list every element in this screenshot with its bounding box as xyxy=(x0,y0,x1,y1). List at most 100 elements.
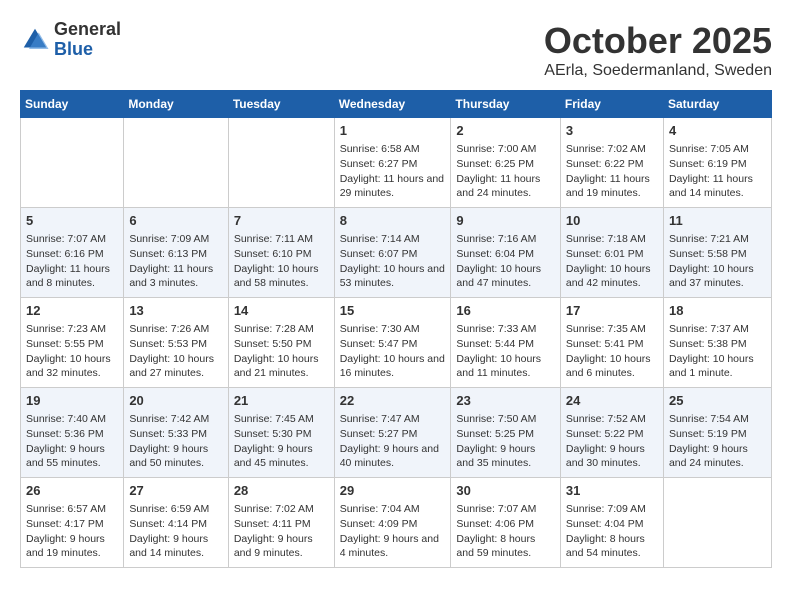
calendar-table: SundayMondayTuesdayWednesdayThursdayFrid… xyxy=(20,90,772,568)
calendar-cell: 4 Sunrise: 7:05 AM Sunset: 6:19 PM Daylig… xyxy=(663,118,771,208)
logo-icon xyxy=(20,25,50,55)
day-number: 4 xyxy=(669,122,766,140)
calendar-cell: 31 Sunrise: 7:09 AM Sunset: 4:04 PM Dayli… xyxy=(560,478,663,568)
day-number: 8 xyxy=(340,212,446,230)
calendar-cell xyxy=(228,118,334,208)
day-number: 15 xyxy=(340,302,446,320)
calendar-cell: 14 Sunrise: 7:28 AM Sunset: 5:50 PM Dayli… xyxy=(228,298,334,388)
day-info: Sunrise: 7:42 AM Sunset: 5:33 PM Dayligh… xyxy=(129,412,222,471)
day-info: Sunrise: 7:26 AM Sunset: 5:53 PM Dayligh… xyxy=(129,322,222,381)
header-row: SundayMondayTuesdayWednesdayThursdayFrid… xyxy=(21,91,772,118)
day-number: 27 xyxy=(129,482,222,500)
day-number: 28 xyxy=(234,482,329,500)
day-number: 21 xyxy=(234,392,329,410)
week-row-4: 19 Sunrise: 7:40 AM Sunset: 5:36 PM Dayli… xyxy=(21,388,772,478)
calendar-cell: 20 Sunrise: 7:42 AM Sunset: 5:33 PM Dayli… xyxy=(124,388,228,478)
calendar-cell: 26 Sunrise: 6:57 AM Sunset: 4:17 PM Dayli… xyxy=(21,478,124,568)
day-info: Sunrise: 7:05 AM Sunset: 6:19 PM Dayligh… xyxy=(669,142,766,201)
day-number: 9 xyxy=(456,212,555,230)
day-number: 29 xyxy=(340,482,446,500)
day-number: 22 xyxy=(340,392,446,410)
day-info: Sunrise: 7:07 AM Sunset: 6:16 PM Dayligh… xyxy=(26,232,118,291)
day-info: Sunrise: 7:30 AM Sunset: 5:47 PM Dayligh… xyxy=(340,322,446,381)
calendar-cell: 9Sunrise: 7:16 AM Sunset: 6:04 PM Daylig… xyxy=(451,208,561,298)
day-info: Sunrise: 6:59 AM Sunset: 4:14 PM Dayligh… xyxy=(129,502,222,561)
day-info: Sunrise: 7:23 AM Sunset: 5:55 PM Dayligh… xyxy=(26,322,118,381)
calendar-cell: 8 Sunrise: 7:14 AM Sunset: 6:07 PM Daylig… xyxy=(334,208,451,298)
calendar-subtitle: AErla, Soedermanland, Sweden xyxy=(544,62,772,80)
day-info: Sunrise: 7:02 AM Sunset: 6:22 PM Dayligh… xyxy=(566,142,658,201)
calendar-cell: 1 Sunrise: 6:58 AM Sunset: 6:27 PM Daylig… xyxy=(334,118,451,208)
day-number: 1 xyxy=(340,122,446,140)
day-info: Sunrise: 7:09 AM Sunset: 4:04 PM Dayligh… xyxy=(566,502,658,561)
day-number: 12 xyxy=(26,302,118,320)
logo-blue-text: Blue xyxy=(54,40,121,60)
logo-general-text: General xyxy=(54,20,121,40)
day-info: Sunrise: 7:02 AM Sunset: 4:11 PM Dayligh… xyxy=(234,502,329,561)
day-number: 14 xyxy=(234,302,329,320)
day-number: 11 xyxy=(669,212,766,230)
day-info: Sunrise: 7:45 AM Sunset: 5:30 PM Dayligh… xyxy=(234,412,329,471)
calendar-cell: 17 Sunrise: 7:35 AM Sunset: 5:41 PM Dayli… xyxy=(560,298,663,388)
logo: General Blue xyxy=(20,20,121,60)
day-info: Sunrise: 7:11 AM Sunset: 6:10 PM Dayligh… xyxy=(234,232,329,291)
day-info: Sunrise: 7:14 AM Sunset: 6:07 PM Dayligh… xyxy=(340,232,446,291)
week-row-3: 12 Sunrise: 7:23 AM Sunset: 5:55 PM Dayli… xyxy=(21,298,772,388)
day-number: 17 xyxy=(566,302,658,320)
calendar-cell: 27 Sunrise: 6:59 AM Sunset: 4:14 PM Dayli… xyxy=(124,478,228,568)
day-number: 26 xyxy=(26,482,118,500)
day-number: 20 xyxy=(129,392,222,410)
day-header-saturday: Saturday xyxy=(663,91,771,118)
day-info: Sunrise: 7:04 AM Sunset: 4:09 PM Dayligh… xyxy=(340,502,446,561)
day-number: 19 xyxy=(26,392,118,410)
title-block: October 2025 AErla, Soedermanland, Swede… xyxy=(544,20,772,80)
day-header-thursday: Thursday xyxy=(451,91,561,118)
day-info: Sunrise: 7:09 AM Sunset: 6:13 PM Dayligh… xyxy=(129,232,222,291)
day-info: Sunrise: 7:47 AM Sunset: 5:27 PM Dayligh… xyxy=(340,412,446,471)
day-info: Sunrise: 7:18 AM Sunset: 6:01 PM Dayligh… xyxy=(566,232,658,291)
calendar-cell: 10Sunrise: 7:18 AM Sunset: 6:01 PM Dayli… xyxy=(560,208,663,298)
calendar-cell: 6 Sunrise: 7:09 AM Sunset: 6:13 PM Daylig… xyxy=(124,208,228,298)
calendar-cell xyxy=(21,118,124,208)
day-info: Sunrise: 7:07 AM Sunset: 4:06 PM Dayligh… xyxy=(456,502,555,561)
day-info: Sunrise: 6:57 AM Sunset: 4:17 PM Dayligh… xyxy=(26,502,118,561)
calendar-cell: 18 Sunrise: 7:37 AM Sunset: 5:38 PM Dayli… xyxy=(663,298,771,388)
day-header-sunday: Sunday xyxy=(21,91,124,118)
day-info: Sunrise: 7:21 AM Sunset: 5:58 PM Dayligh… xyxy=(669,232,766,291)
calendar-cell: 23Sunrise: 7:50 AM Sunset: 5:25 PM Dayli… xyxy=(451,388,561,478)
calendar-cell: 11 Sunrise: 7:21 AM Sunset: 5:58 PM Dayli… xyxy=(663,208,771,298)
calendar-cell: 22 Sunrise: 7:47 AM Sunset: 5:27 PM Dayli… xyxy=(334,388,451,478)
calendar-cell: 24Sunrise: 7:52 AM Sunset: 5:22 PM Dayli… xyxy=(560,388,663,478)
day-number: 16 xyxy=(456,302,555,320)
week-row-2: 5Sunrise: 7:07 AM Sunset: 6:16 PM Daylig… xyxy=(21,208,772,298)
calendar-cell: 5Sunrise: 7:07 AM Sunset: 6:16 PM Daylig… xyxy=(21,208,124,298)
day-number: 31 xyxy=(566,482,658,500)
calendar-title: October 2025 xyxy=(544,20,772,62)
calendar-cell: 3Sunrise: 7:02 AM Sunset: 6:22 PM Daylig… xyxy=(560,118,663,208)
calendar-cell: 30 Sunrise: 7:07 AM Sunset: 4:06 PM Dayli… xyxy=(451,478,561,568)
day-number: 25 xyxy=(669,392,766,410)
day-header-tuesday: Tuesday xyxy=(228,91,334,118)
calendar-cell: 15 Sunrise: 7:30 AM Sunset: 5:47 PM Dayli… xyxy=(334,298,451,388)
week-row-5: 26 Sunrise: 6:57 AM Sunset: 4:17 PM Dayli… xyxy=(21,478,772,568)
calendar-cell: 28 Sunrise: 7:02 AM Sunset: 4:11 PM Dayli… xyxy=(228,478,334,568)
day-number: 24 xyxy=(566,392,658,410)
day-info: Sunrise: 7:40 AM Sunset: 5:36 PM Dayligh… xyxy=(26,412,118,471)
day-info: Sunrise: 7:28 AM Sunset: 5:50 PM Dayligh… xyxy=(234,322,329,381)
day-number: 13 xyxy=(129,302,222,320)
calendar-cell: 12 Sunrise: 7:23 AM Sunset: 5:55 PM Dayli… xyxy=(21,298,124,388)
day-info: Sunrise: 6:58 AM Sunset: 6:27 PM Dayligh… xyxy=(340,142,446,201)
calendar-cell: 25 Sunrise: 7:54 AM Sunset: 5:19 PM Dayli… xyxy=(663,388,771,478)
day-info: Sunrise: 7:54 AM Sunset: 5:19 PM Dayligh… xyxy=(669,412,766,471)
day-info: Sunrise: 7:35 AM Sunset: 5:41 PM Dayligh… xyxy=(566,322,658,381)
page-header: General Blue October 2025 AErla, Soederm… xyxy=(20,20,772,80)
day-number: 30 xyxy=(456,482,555,500)
calendar-cell: 7Sunrise: 7:11 AM Sunset: 6:10 PM Daylig… xyxy=(228,208,334,298)
day-info: Sunrise: 7:00 AM Sunset: 6:25 PM Dayligh… xyxy=(456,142,555,201)
day-number: 6 xyxy=(129,212,222,230)
week-row-1: 1 Sunrise: 6:58 AM Sunset: 6:27 PM Daylig… xyxy=(21,118,772,208)
day-number: 18 xyxy=(669,302,766,320)
calendar-cell: 29 Sunrise: 7:04 AM Sunset: 4:09 PM Dayli… xyxy=(334,478,451,568)
day-info: Sunrise: 7:37 AM Sunset: 5:38 PM Dayligh… xyxy=(669,322,766,381)
day-header-monday: Monday xyxy=(124,91,228,118)
